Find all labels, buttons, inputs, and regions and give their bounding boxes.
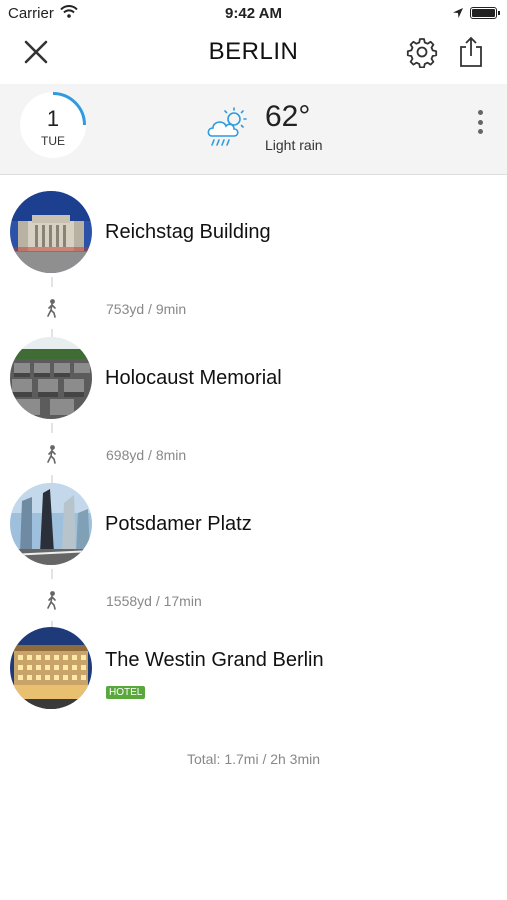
stop-photo bbox=[10, 191, 92, 273]
segment-distance: 1558yd / 17min bbox=[106, 593, 202, 609]
battery-icon bbox=[470, 7, 500, 19]
stop-item[interactable]: Potsdamer Platz bbox=[0, 483, 507, 569]
segment-distance: 753yd / 9min bbox=[106, 301, 187, 317]
route-connector bbox=[51, 569, 53, 579]
day-number: 1 bbox=[46, 106, 60, 131]
temperature: 62° bbox=[265, 100, 311, 133]
route-connector bbox=[51, 277, 53, 287]
status-bar: Carrier 9:42 AM bbox=[0, 0, 507, 28]
day-selector[interactable]: 1 TUE bbox=[20, 92, 86, 158]
segment-distance: 698yd / 8min bbox=[106, 447, 187, 463]
walking-segment: 1558yd / 17min bbox=[0, 569, 507, 633]
hotel-badge: HOTEL bbox=[106, 686, 146, 699]
walking-icon bbox=[44, 591, 60, 611]
day-name: TUE bbox=[41, 134, 65, 148]
rain-cloud-icon bbox=[204, 104, 252, 152]
stop-item[interactable]: Reichstag Building bbox=[0, 191, 507, 277]
route-list: Reichstag Building 753yd / 9min Holocaus… bbox=[0, 175, 507, 815]
more-dot-icon bbox=[477, 129, 483, 134]
stop-name: Reichstag Building bbox=[105, 221, 271, 243]
nav-bar: BERLIN bbox=[0, 28, 507, 80]
location-arrow-icon bbox=[452, 6, 464, 23]
stop-photo bbox=[10, 627, 92, 709]
route-total: Total: 1.7mi / 2h 3min bbox=[186, 751, 321, 767]
stop-item[interactable]: Holocaust Memorial bbox=[0, 337, 507, 423]
gear-icon bbox=[406, 38, 438, 69]
clock: 9:42 AM bbox=[225, 5, 282, 22]
stop-name: The Westin Grand Berlin bbox=[105, 649, 324, 671]
walking-icon bbox=[44, 299, 60, 319]
stop-name: Potsdamer Platz bbox=[105, 513, 252, 535]
settings-button[interactable] bbox=[406, 36, 438, 69]
walking-icon bbox=[44, 445, 60, 465]
share-button[interactable] bbox=[458, 36, 484, 68]
stop-item[interactable]: The Westin Grand Berlin HOTEL bbox=[0, 627, 507, 713]
stop-photo bbox=[10, 483, 92, 565]
route-connector bbox=[51, 423, 53, 433]
stop-name: Holocaust Memorial bbox=[105, 367, 282, 389]
share-icon bbox=[460, 36, 482, 67]
walking-segment: 753yd / 9min bbox=[0, 277, 507, 341]
walking-segment: 698yd / 8min bbox=[0, 423, 507, 487]
more-dot-icon bbox=[477, 110, 483, 115]
more-options-button[interactable] bbox=[470, 110, 490, 144]
weather-bar: 1 TUE 62° Light rain bbox=[0, 84, 507, 175]
more-dot-icon bbox=[477, 119, 483, 125]
weather-condition: Light rain bbox=[265, 137, 323, 153]
stop-photo bbox=[10, 337, 92, 419]
